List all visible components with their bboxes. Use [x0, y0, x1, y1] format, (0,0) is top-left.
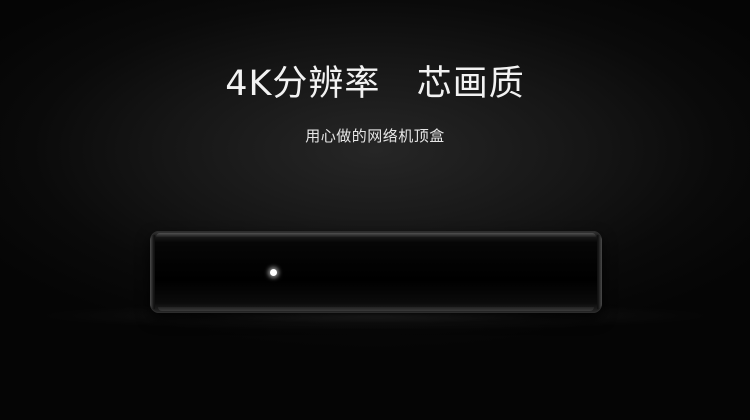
hero-banner: 4K分辨率 芯画质 用心做的网络机顶盒	[0, 0, 750, 420]
hero-tagline: 用心做的网络机顶盒	[305, 127, 445, 145]
set-top-box-image	[150, 231, 602, 313]
hero-headline: 4K分辨率 芯画质	[225, 64, 525, 104]
device-right-edge	[597, 235, 602, 309]
power-led-icon	[270, 269, 277, 276]
device-base	[158, 307, 594, 311]
device-top-edge	[156, 233, 596, 237]
device-left-edge	[150, 235, 155, 309]
